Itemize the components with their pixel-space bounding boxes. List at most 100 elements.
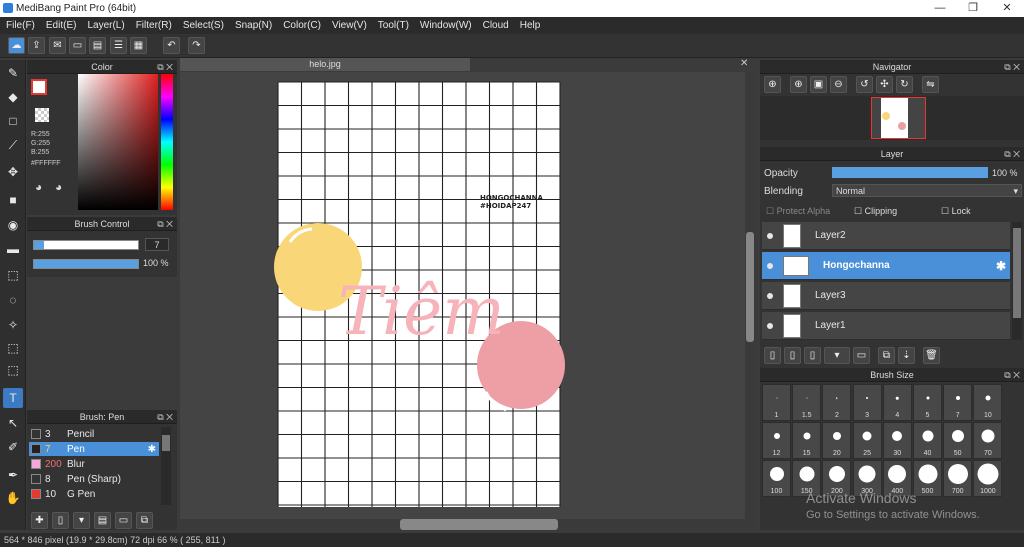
- layer-folder-icon[interactable]: ▭: [853, 346, 870, 364]
- layer-opacity-slider[interactable]: [832, 167, 988, 178]
- palette-settings-icon[interactable]: ◕: [55, 180, 62, 194]
- move-tool-icon[interactable]: ✥: [3, 162, 23, 182]
- panel-close-icon[interactable]: ⧉ ✕: [157, 410, 173, 424]
- eraser-tool-icon[interactable]: ◆: [3, 87, 23, 107]
- panel-close-icon[interactable]: ⧉ ✕: [1004, 147, 1020, 161]
- brush-list-scrollbar[interactable]: [161, 427, 171, 505]
- menu-window[interactable]: Window(W): [420, 20, 472, 31]
- operation-tool-icon[interactable]: ↖: [3, 413, 23, 433]
- speech-icon[interactable]: ▭: [69, 37, 86, 54]
- panel-close-icon[interactable]: ⧉ ✕: [157, 60, 173, 74]
- brush-size-cell[interactable]: 5: [913, 384, 942, 421]
- undo-icon[interactable]: ↶: [163, 37, 180, 54]
- brush-size-cell[interactable]: 25: [852, 422, 882, 459]
- primary-color-swatch[interactable]: [31, 79, 47, 95]
- canvas-svg[interactable]: Tiêm HONGOCHANNA #HOIDAP247: [180, 72, 755, 520]
- brush-size-cell[interactable]: 70: [973, 422, 1003, 459]
- brush-size-cell[interactable]: 15: [792, 422, 822, 459]
- palette-icon[interactable]: ◕: [35, 180, 42, 194]
- brush-size-cell[interactable]: 40: [913, 422, 942, 459]
- cloud-icon[interactable]: ☁: [8, 37, 25, 54]
- redo-icon[interactable]: ↷: [188, 37, 205, 54]
- add-brush-icon[interactable]: ✚: [31, 511, 48, 529]
- select-pen-icon[interactable]: ⬚: [3, 338, 23, 358]
- list-icon[interactable]: ☰: [110, 37, 127, 54]
- gear-icon[interactable]: ✱: [148, 444, 156, 455]
- menu-edit[interactable]: Edit(E): [46, 20, 77, 31]
- lock-checkbox[interactable]: ☐ Lock: [941, 206, 971, 217]
- new-brush-icon[interactable]: ▯: [52, 511, 69, 529]
- delete-layer-icon[interactable]: 🗑: [923, 346, 940, 364]
- reset-rotate-icon[interactable]: ✣: [876, 75, 893, 93]
- panel-close-icon[interactable]: ⧉ ✕: [1004, 60, 1020, 74]
- horizontal-scrollbar[interactable]: [180, 519, 755, 530]
- brush-size-cell[interactable]: 30: [882, 422, 912, 459]
- zoom-icon[interactable]: ⊕: [764, 75, 781, 93]
- zoom-in-icon[interactable]: ⊕: [790, 75, 807, 93]
- brush-item-pencil[interactable]: 3 Pencil: [29, 427, 159, 441]
- comment-icon[interactable]: ✉: [49, 37, 66, 54]
- rotate-right-icon[interactable]: ↻: [896, 75, 913, 93]
- menu-color[interactable]: Color(C): [283, 20, 321, 31]
- brush-size-cell[interactable]: 500: [913, 460, 942, 497]
- flip-icon[interactable]: ⇋: [922, 75, 939, 93]
- page-icon[interactable]: ▤: [89, 37, 106, 54]
- new-8bit-layer-icon[interactable]: ▯: [804, 346, 821, 364]
- brush-size-cell[interactable]: 1.5: [792, 384, 822, 421]
- eye-icon[interactable]: [767, 292, 773, 299]
- brush-size-cell[interactable]: 12: [762, 422, 791, 459]
- blending-select[interactable]: Normal ▾: [832, 184, 1022, 197]
- hue-slider[interactable]: [161, 74, 173, 210]
- menu-layer[interactable]: Layer(L): [87, 20, 124, 31]
- brush-item-pen-sharp[interactable]: 8 Pen (Sharp): [29, 472, 159, 486]
- eyedropper-icon[interactable]: ✒: [3, 465, 23, 485]
- saturation-value-picker[interactable]: [78, 74, 158, 210]
- brush-size-cell[interactable]: 7: [943, 384, 973, 421]
- fill-rect-tool-icon[interactable]: ■: [3, 190, 23, 210]
- folder-icon[interactable]: ▭: [115, 511, 132, 529]
- panel-close-icon[interactable]: ⧉ ✕: [1004, 368, 1020, 382]
- menu-select[interactable]: Select(S): [183, 20, 224, 31]
- zoom-out-icon[interactable]: ⊖: [830, 75, 847, 93]
- rotate-left-icon[interactable]: ↺: [856, 75, 873, 93]
- new-layer-icon[interactable]: ▯: [764, 346, 781, 364]
- brush-size-cell[interactable]: 1000: [973, 460, 1003, 497]
- vertical-scrollbar[interactable]: [745, 72, 755, 520]
- brush-item-pen[interactable]: 7 Pen ✱: [29, 442, 159, 456]
- navigator-preview[interactable]: [760, 96, 1024, 140]
- transparent-swatch[interactable]: [35, 108, 49, 122]
- brush-size-cell[interactable]: 700: [943, 460, 973, 497]
- layer-scrollbar[interactable]: [1012, 222, 1022, 340]
- brush-size-cell[interactable]: 10: [973, 384, 1003, 421]
- merge-layer-icon[interactable]: ⇣: [898, 346, 915, 364]
- brush-menu-icon[interactable]: ▾: [73, 511, 90, 529]
- eye-icon[interactable]: [767, 322, 773, 329]
- brush-size-cell[interactable]: 3: [852, 384, 882, 421]
- lasso-tool-icon[interactable]: ◌: [3, 290, 23, 310]
- panel-close-icon[interactable]: ⧉ ✕: [157, 217, 173, 231]
- document-tab[interactable]: helo.jpg: [180, 58, 470, 71]
- brush-size-cell[interactable]: 100: [762, 460, 791, 497]
- menu-view[interactable]: View(V): [332, 20, 367, 31]
- text-tool-icon[interactable]: T: [3, 388, 23, 408]
- gradient-tool-icon[interactable]: ▬: [3, 239, 23, 259]
- grid-icon[interactable]: ▦: [130, 37, 147, 54]
- menu-snap[interactable]: Snap(N): [235, 20, 272, 31]
- line-tool-icon[interactable]: ⟋: [3, 135, 23, 155]
- hand-tool-icon[interactable]: ✋: [3, 488, 23, 508]
- brush-opacity-slider[interactable]: [33, 259, 139, 269]
- protect-alpha-checkbox[interactable]: ☐ Protect Alpha: [766, 206, 830, 217]
- brush-size-cell[interactable]: 50: [943, 422, 973, 459]
- menu-file[interactable]: File(F): [6, 20, 35, 31]
- duplicate-layer-icon[interactable]: ⧉: [878, 346, 895, 364]
- brush-size-cell[interactable]: 4: [882, 384, 912, 421]
- brush-page-icon[interactable]: ▤: [94, 511, 111, 529]
- menu-cloud[interactable]: Cloud: [483, 20, 509, 31]
- menu-filter[interactable]: Filter(R): [136, 20, 172, 31]
- eye-icon[interactable]: [767, 232, 773, 239]
- bucket-tool-icon[interactable]: ◉: [3, 215, 23, 235]
- brush-item-blur[interactable]: 200 Blur: [29, 457, 159, 471]
- magic-wand-icon[interactable]: ✧: [3, 315, 23, 335]
- brush-size-cell[interactable]: 1: [762, 384, 791, 421]
- brush-tool-icon[interactable]: ✎: [3, 63, 23, 83]
